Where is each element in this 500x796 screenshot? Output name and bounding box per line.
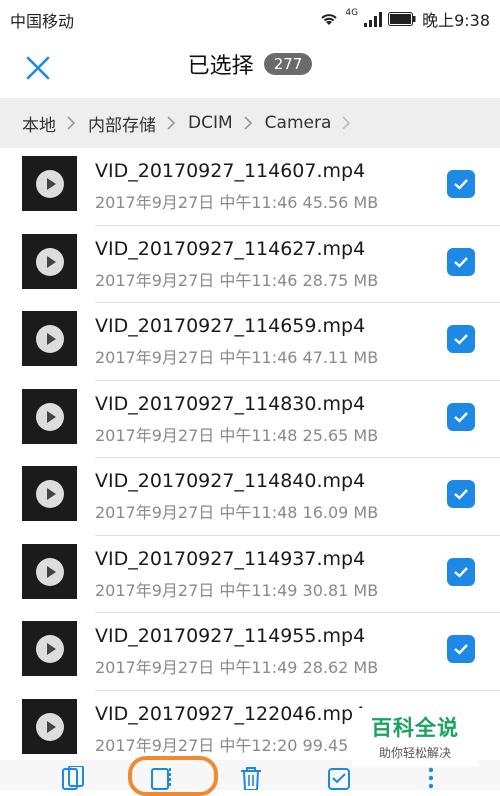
copy-icon[interactable]	[60, 766, 86, 790]
play-icon	[36, 557, 64, 586]
breadcrumb-label: DCIM	[188, 113, 233, 133]
file-meta: 2017年9月27日 中午11:46 45.56 MB	[95, 193, 379, 212]
selected-count-badge: 277	[263, 53, 313, 75]
checkmark-icon	[454, 411, 468, 423]
breadcrumb-item-camera[interactable]: Camera	[265, 113, 364, 133]
video-thumbnail	[22, 543, 77, 599]
select-all-icon[interactable]	[326, 766, 352, 790]
watermark-logo: 百科全说 助你轻松解决	[352, 708, 478, 766]
file-name: VID_20170927_122046.mp4	[95, 702, 366, 725]
list-item[interactable]: VID_20170927_114937.mp4 2017年9月27日 中午11:…	[0, 536, 500, 613]
play-icon	[36, 635, 64, 663]
file-name: VID_20170927_114840.mp4	[95, 470, 366, 492]
breadcrumb-label: 本地	[22, 115, 56, 136]
file-meta: 2017年9月27日 中午11:49 28.62 MB	[95, 658, 379, 677]
play-icon	[36, 712, 64, 741]
breadcrumb-label: 内部存储	[88, 115, 156, 136]
checkbox-checked[interactable]	[447, 557, 475, 586]
file-meta: 2017年9月27日 中午11:49 30.81 MB	[95, 580, 379, 600]
file-name: VID_20170927_114659.mp4	[95, 315, 366, 337]
video-thumbnail	[22, 388, 77, 444]
checkbox-checked[interactable]	[447, 247, 475, 276]
play-icon	[36, 247, 64, 276]
file-meta: 2017年9月27日 中午11:46 47.11 MB	[95, 348, 379, 367]
video-thumbnail	[22, 621, 77, 676]
video-thumbnail	[22, 156, 77, 211]
file-meta: 2017年9月27日 中午12:20 99.45	[95, 735, 349, 755]
breadcrumb: 本地 内部存储 DCIM Camera	[0, 98, 500, 148]
breadcrumb-item-local[interactable]: 本地	[22, 111, 88, 136]
carrier-label: 中国移动	[10, 12, 75, 31]
move-icon[interactable]	[148, 766, 174, 790]
video-thumbnail	[22, 466, 77, 521]
video-thumbnail	[22, 698, 77, 754]
status-bar: 中国移动 4G 晚上9:38	[0, 0, 500, 34]
list-item[interactable]: VID_20170927_114627.mp4 2017年9月27日 中午11:…	[0, 226, 500, 303]
file-name: VID_20170927_114627.mp4	[95, 237, 366, 260]
list-item[interactable]: VID_20170927_114607.mp4 2017年9月27日 中午11:…	[0, 148, 500, 226]
chevron-right-icon	[342, 116, 351, 130]
video-thumbnail	[22, 311, 77, 366]
selection-header: 已选择 277	[0, 34, 500, 98]
status-icons: 4G 晚上9:38	[319, 7, 490, 31]
checkmark-icon	[454, 256, 468, 268]
file-name: VID_20170927_114955.mp4	[95, 625, 366, 647]
file-name: VID_20170927_114607.mp4	[95, 160, 366, 182]
checkmark-icon	[454, 566, 468, 578]
battery-icon	[388, 12, 416, 26]
file-meta: 2017年9月27日 中午11:48 16.09 MB	[95, 503, 379, 522]
signal-icon	[364, 12, 383, 27]
page-title: 已选择	[187, 54, 254, 79]
chevron-right-icon	[67, 116, 76, 130]
checkmark-icon	[454, 489, 468, 500]
checkbox-checked[interactable]	[447, 170, 475, 198]
checkmark-icon	[454, 644, 468, 655]
chevron-right-icon	[167, 116, 176, 130]
checkmark-icon	[454, 334, 468, 345]
watermark-subtitle: 助你轻松解决	[378, 746, 451, 760]
play-icon	[36, 402, 64, 431]
play-icon	[36, 325, 64, 353]
checkbox-checked[interactable]	[447, 635, 475, 663]
delete-icon[interactable]	[238, 766, 264, 790]
checkbox-checked[interactable]	[447, 402, 475, 431]
list-item[interactable]: VID_20170927_114830.mp4 2017年9月27日 中午11:…	[0, 381, 500, 458]
wifi-icon	[321, 14, 338, 25]
breadcrumb-label: Camera	[264, 113, 332, 133]
breadcrumb-item-dcim[interactable]: DCIM	[188, 113, 265, 133]
network-type-label: 4G	[345, 8, 359, 18]
checkbox-checked[interactable]	[447, 325, 475, 353]
list-item[interactable]: VID_20170927_114840.mp4 2017年9月27日 中午11:…	[0, 458, 500, 536]
checkmark-icon	[454, 179, 468, 190]
breadcrumb-item-internal-storage[interactable]: 内部存储	[88, 111, 188, 136]
file-name: VID_20170927_114937.mp4	[95, 547, 366, 570]
file-meta: 2017年9月27日 中午11:46 28.75 MB	[95, 270, 379, 290]
list-item[interactable]: VID_20170927_114659.mp4 2017年9月27日 中午11:…	[0, 303, 500, 381]
chevron-right-icon	[244, 116, 252, 130]
clock: 晚上9:38	[422, 11, 490, 30]
video-thumbnail	[22, 233, 77, 289]
file-name: VID_20170927_114830.mp4	[95, 392, 366, 415]
file-meta: 2017年9月27日 中午11:48 25.65 MB	[95, 425, 379, 445]
play-icon	[36, 170, 64, 198]
more-icon[interactable]	[418, 766, 444, 790]
file-list: VID_20170927_114607.mp4 2017年9月27日 中午11:…	[0, 148, 500, 768]
title-group: 已选择 277	[0, 48, 500, 80]
checkbox-checked[interactable]	[447, 480, 475, 508]
watermark-title: 百科全说	[371, 716, 459, 740]
play-icon	[36, 480, 64, 508]
list-item[interactable]: VID_20170927_114955.mp4 2017年9月27日 中午11:…	[0, 613, 500, 691]
